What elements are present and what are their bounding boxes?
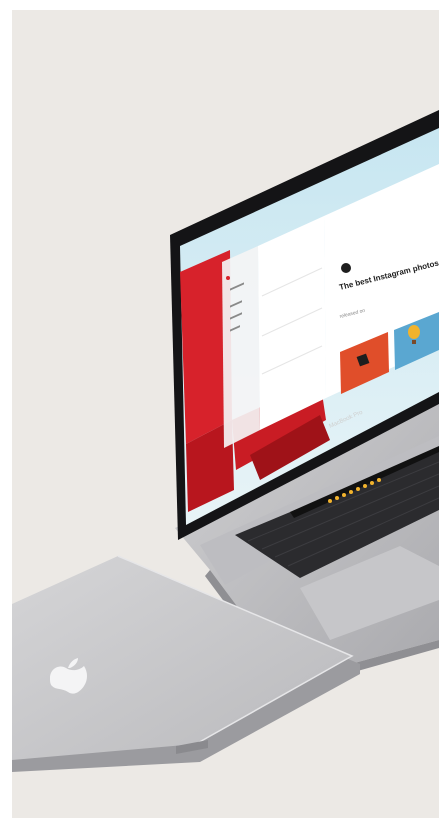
balloon-icon [408, 325, 420, 339]
mockup-illustration: The best Instagram photos released on Ma… [0, 0, 439, 828]
app-logo-icon [341, 263, 351, 273]
app-mail-list [258, 216, 326, 430]
device-mockup-scene: The best Instagram photos released on Ma… [0, 0, 439, 828]
